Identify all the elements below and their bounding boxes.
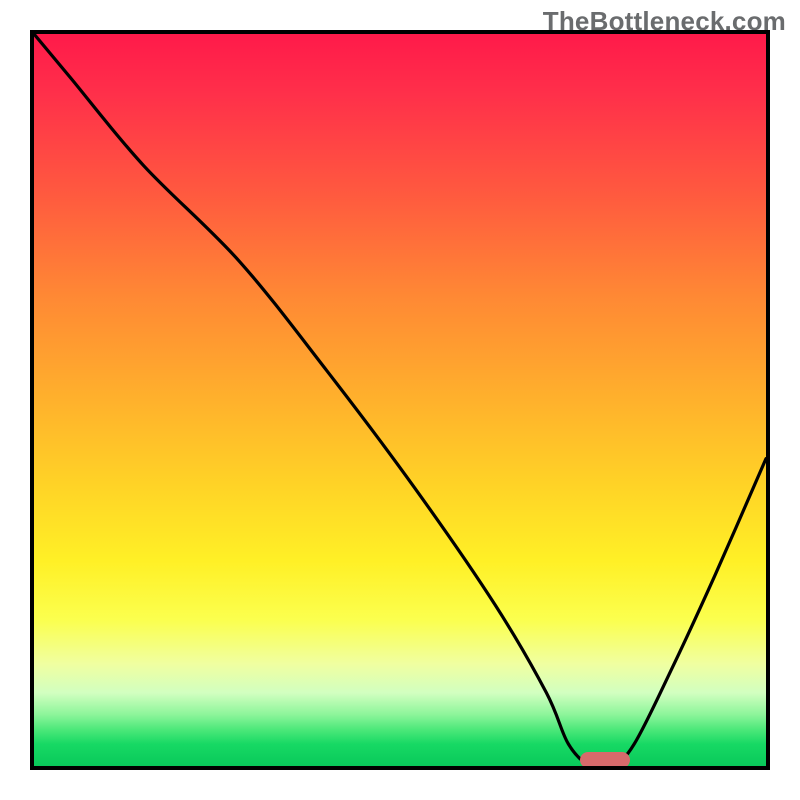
plot-area: [30, 30, 770, 770]
curve-svg: [34, 34, 766, 766]
bottleneck-curve: [34, 34, 766, 766]
optimal-marker: [580, 752, 630, 768]
chart-container: TheBottleneck.com: [0, 0, 800, 800]
